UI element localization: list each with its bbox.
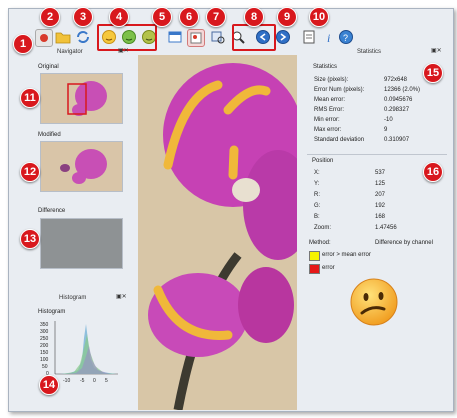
pos-label: R: xyxy=(314,192,320,198)
callout-8: 8 xyxy=(244,7,264,27)
original-thumbnail[interactable] xyxy=(40,73,123,124)
callout-9: 9 xyxy=(277,7,297,27)
histogram-ytick: 100 xyxy=(40,357,49,363)
svg-text:?: ? xyxy=(343,33,348,43)
svg-text:i: i xyxy=(327,31,330,45)
pos-value: 192 xyxy=(375,203,386,209)
stat-value: -10 xyxy=(384,117,393,123)
pos-value: 207 xyxy=(375,192,386,198)
histogram-xtick: 0 xyxy=(93,378,96,384)
refresh-icon[interactable] xyxy=(75,29,91,45)
callout-13: 13 xyxy=(20,229,40,249)
legend-text: error > mean error xyxy=(322,252,371,258)
callout-11: 11 xyxy=(20,88,40,108)
pos-value: 537 xyxy=(375,170,386,176)
legend-swatch-red xyxy=(309,264,320,274)
stat-label: RMS Error: xyxy=(314,107,344,113)
method-label: Method: xyxy=(309,240,331,246)
stat-value: 0.0945676 xyxy=(384,97,413,103)
modified-label: Modified xyxy=(38,132,61,138)
difference-label: Difference xyxy=(38,208,66,214)
legend-text: error xyxy=(322,265,335,271)
position-group-label: Position xyxy=(312,158,334,164)
stat-label: Error Num (pixels): xyxy=(314,87,365,93)
statistics-float-close-buttons[interactable]: ▣✕ xyxy=(431,47,442,54)
record-icon[interactable] xyxy=(35,29,53,47)
toolbar: i xyxy=(27,29,337,47)
pos-value: 168 xyxy=(375,214,386,220)
stat-label: Max error: xyxy=(314,127,342,133)
statistics-group-label: Statistics xyxy=(313,64,338,70)
pos-value: 125 xyxy=(375,181,386,187)
callout-3: 3 xyxy=(73,7,93,27)
callout-15: 15 xyxy=(423,63,443,83)
modified-thumbnail[interactable] xyxy=(40,141,123,192)
nav-group-highlight xyxy=(232,24,276,51)
histogram-ytick: 200 xyxy=(40,343,49,349)
difference-thumbnail[interactable] xyxy=(40,218,123,269)
callout-5: 5 xyxy=(152,7,172,27)
callout-7: 7 xyxy=(206,7,226,27)
histogram-xtick: -10 xyxy=(63,378,70,384)
help-icon[interactable]: ? xyxy=(338,29,354,45)
histogram-ytick: 50 xyxy=(42,364,48,370)
folder-icon[interactable] xyxy=(55,29,71,45)
stat-label: Size (pixels): xyxy=(314,77,349,83)
callout-4: 4 xyxy=(109,7,129,27)
pos-label: Y: xyxy=(314,181,320,187)
histogram-label: Histogram xyxy=(38,309,66,315)
callout-2: 2 xyxy=(40,7,60,27)
stat-label: Mean error: xyxy=(314,97,346,103)
stat-label: Standard deviation xyxy=(314,137,365,143)
main-image-view[interactable] xyxy=(138,55,297,410)
histogram-float-close-buttons[interactable]: ▣✕ xyxy=(116,293,127,300)
legend-swatch-yellow xyxy=(309,251,320,261)
image-icon[interactable] xyxy=(187,29,205,47)
statistics-title: Statistics xyxy=(357,49,382,55)
stat-value: 972x648 xyxy=(384,77,408,83)
pos-value: 1.47456 xyxy=(375,225,397,231)
callout-10: 10 xyxy=(309,7,329,27)
method-value: Difference by channel xyxy=(375,240,433,246)
stat-label: Min error: xyxy=(314,117,340,123)
next-icon[interactable] xyxy=(275,29,291,45)
callout-14: 14 xyxy=(39,375,59,395)
pos-label: X: xyxy=(314,170,320,176)
sad-face-icon xyxy=(348,276,400,328)
histogram-xtick: 5 xyxy=(105,378,108,384)
document-icon[interactable] xyxy=(301,29,317,45)
histogram-xtick: -5 xyxy=(80,378,85,384)
navigator-float-close-buttons[interactable]: ▣✕ xyxy=(118,47,129,54)
original-label: Original xyxy=(38,64,59,70)
pos-label: B: xyxy=(314,214,320,220)
statistics-table: Size (pixels): 972x648 Error Num (pixels… xyxy=(307,73,447,153)
pos-label: Zoom: xyxy=(314,225,332,231)
histogram-ytick: 350 xyxy=(40,322,49,328)
stat-value: 0.310907 xyxy=(384,137,410,143)
histogram-title: Histogram xyxy=(59,295,87,301)
stat-value: 0.298327 xyxy=(384,107,410,113)
navigator-title: Navigator xyxy=(57,49,83,55)
callout-16: 16 xyxy=(423,162,443,182)
callout-6: 6 xyxy=(179,7,199,27)
stat-value: 12366 (2.0%) xyxy=(384,87,421,93)
histogram-ytick: 150 xyxy=(40,350,49,356)
window-icon[interactable] xyxy=(167,29,183,45)
pos-label: G: xyxy=(314,203,321,209)
callout-1: 1 xyxy=(13,34,33,54)
histogram-ytick: 300 xyxy=(40,329,49,335)
histogram-ytick: 250 xyxy=(40,336,49,342)
divider xyxy=(307,154,447,155)
info-icon[interactable]: i xyxy=(321,29,337,45)
callout-12: 12 xyxy=(20,162,40,182)
zoom-image-icon[interactable] xyxy=(210,29,226,45)
stat-value: 9 xyxy=(384,127,388,133)
